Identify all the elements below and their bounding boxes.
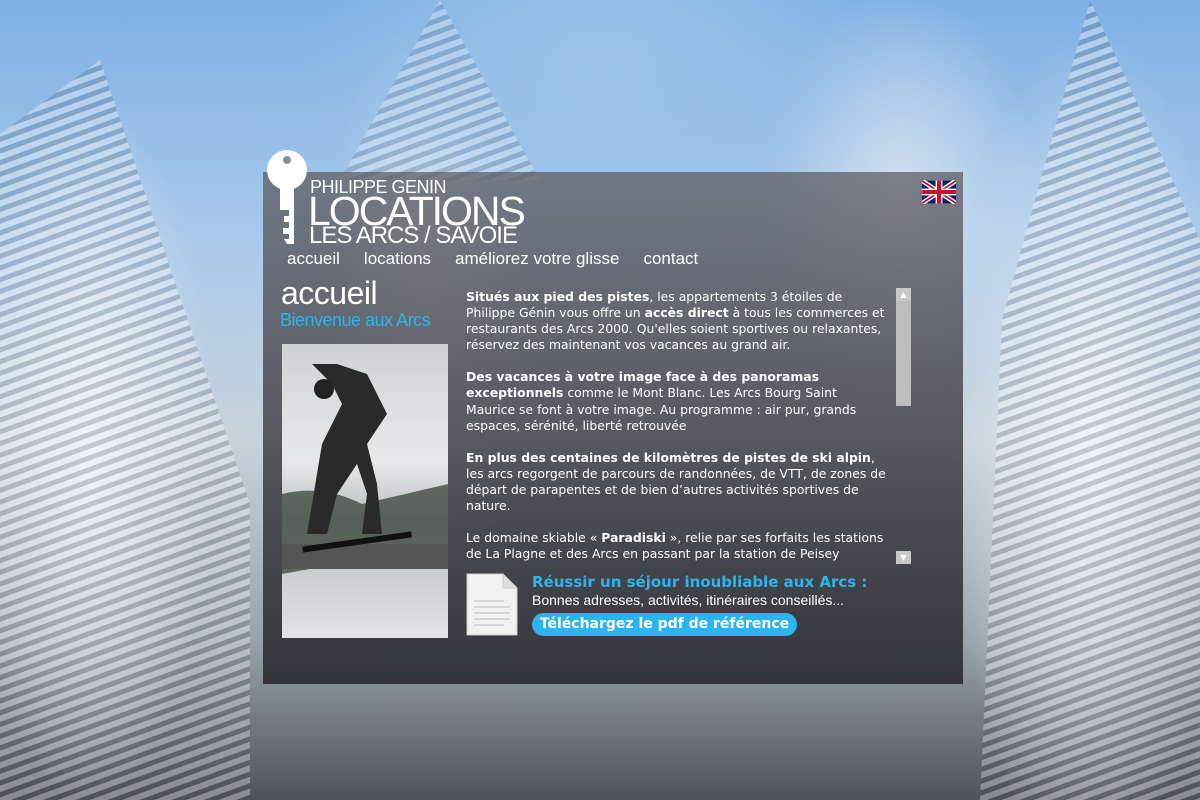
page-subtitle: Bienvenue aux Arcs: [280, 310, 431, 330]
page-title: accueil: [281, 275, 378, 311]
background-tree: [340, 0, 540, 180]
text-scrollbar[interactable]: ▲ ▼: [896, 288, 911, 564]
main-nav: accueil locations améliorez votre glisse…: [287, 249, 698, 269]
pdf-subtitle: Bonnes adresses, activités, itinéraires …: [532, 592, 845, 608]
pdf-title: Réussir un séjour inoubliable aux Arcs :: [532, 573, 868, 591]
scroll-thumb[interactable]: [896, 301, 911, 406]
document-icon[interactable]: [466, 573, 518, 636]
scroll-down-arrow-icon[interactable]: ▼: [896, 551, 911, 564]
nav-accueil[interactable]: accueil: [287, 249, 340, 269]
download-pdf-button[interactable]: Téléchargez le pdf de référence: [532, 613, 797, 636]
background-tree: [0, 60, 250, 800]
nav-contact[interactable]: contact: [643, 249, 698, 269]
snowboarder-photo: [282, 344, 448, 638]
key-icon: [267, 150, 307, 244]
background-tree: [980, 0, 1200, 800]
scroll-up-arrow-icon[interactable]: ▲: [896, 288, 911, 301]
description-text: Situés aux pied des pistes, les appartem…: [466, 289, 886, 563]
nav-locations[interactable]: locations: [364, 249, 431, 269]
english-flag-icon[interactable]: [922, 180, 956, 204]
nav-ameliorez-votre-glisse[interactable]: améliorez votre glisse: [455, 249, 619, 269]
logo-location: LES ARCS / SAVOIE: [309, 222, 518, 249]
